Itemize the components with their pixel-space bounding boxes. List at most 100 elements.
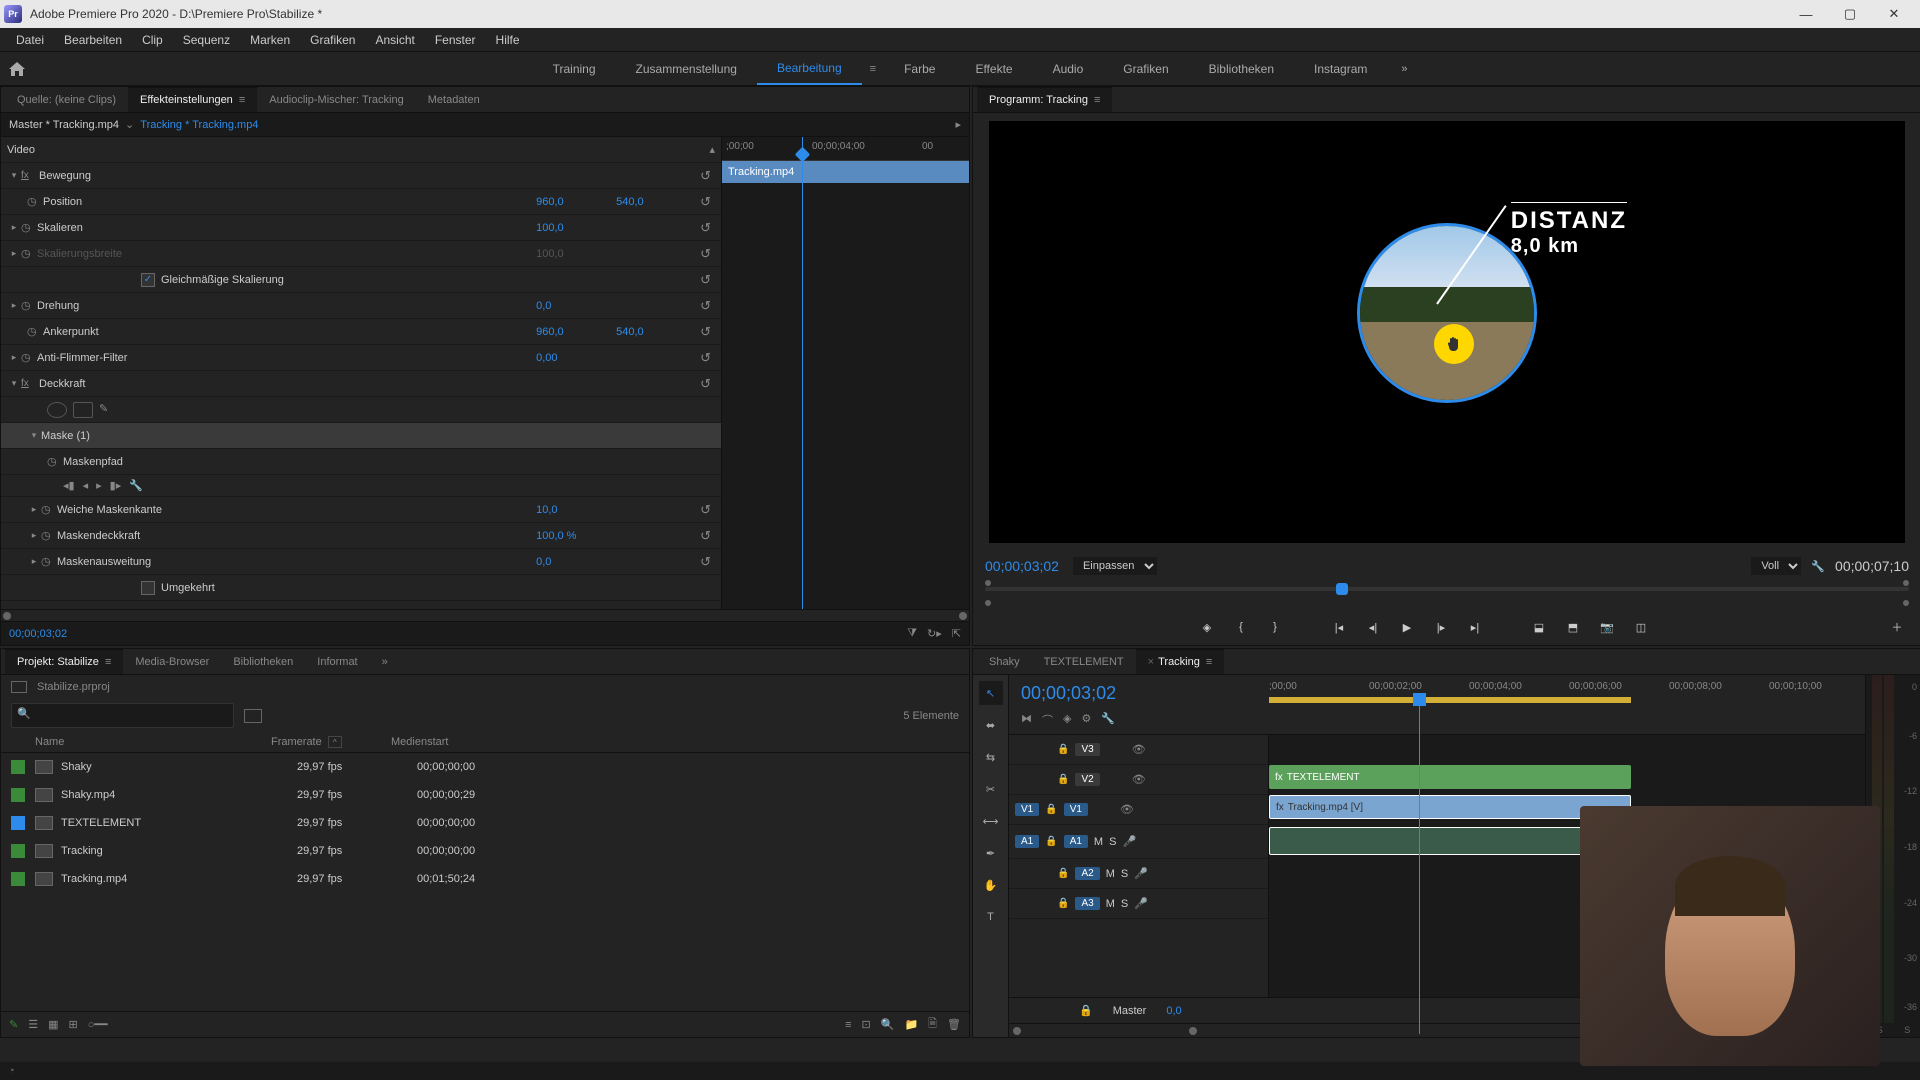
- workspace-audio[interactable]: Audio: [1033, 52, 1104, 85]
- tab-seq-textelement[interactable]: TEXTELEMENT: [1032, 649, 1136, 674]
- zoom-dot-right[interactable]: [1903, 600, 1909, 606]
- lock-icon[interactable]: 🔒: [1057, 744, 1069, 755]
- in-point-icon[interactable]: {: [1229, 615, 1253, 639]
- fx-badge-icon[interactable]: fx: [21, 378, 39, 389]
- color-label[interactable]: [11, 760, 25, 774]
- ausweitung-value[interactable]: 0,0: [536, 556, 616, 568]
- workspace-menu-icon[interactable]: ≡: [862, 63, 884, 75]
- track-header-v2[interactable]: 🔒 V2 👁: [1009, 765, 1268, 795]
- linked-selection-icon[interactable]: ⌒: [1042, 712, 1053, 728]
- workspace-instagram[interactable]: Instagram: [1294, 52, 1387, 85]
- tab-effect-controls[interactable]: Effekteinstellungen≡: [128, 87, 257, 112]
- lock-icon[interactable]: 🔒: [1045, 804, 1057, 815]
- step-forward-icon[interactable]: |▸: [1429, 615, 1453, 639]
- track-select-tool[interactable]: ⬌: [979, 713, 1003, 737]
- track-forward-icon[interactable]: ▸: [96, 479, 102, 492]
- pen-mask-tool[interactable]: ✎: [99, 402, 119, 418]
- col-name[interactable]: Name: [11, 736, 271, 748]
- mute-icon[interactable]: M: [1106, 868, 1115, 880]
- anker-y[interactable]: 540,0: [616, 326, 696, 338]
- col-framerate[interactable]: Framerate^: [271, 736, 391, 748]
- deckkraft-section[interactable]: ▾ fx Deckkraft ↺: [1, 371, 721, 397]
- settings-icon[interactable]: ⚙: [1081, 712, 1091, 728]
- twisty-icon[interactable]: ▸: [7, 300, 21, 311]
- extract-icon[interactable]: ⬒: [1561, 615, 1585, 639]
- solo-right[interactable]: S: [1904, 1025, 1910, 1035]
- color-label[interactable]: [11, 844, 25, 858]
- scrub-handle-left[interactable]: [3, 612, 11, 620]
- export-frame-icon[interactable]: 📷: [1595, 615, 1619, 639]
- twisty-icon[interactable]: ▸: [27, 556, 41, 567]
- lock-icon[interactable]: 🔒: [1079, 1004, 1093, 1017]
- twisty-icon[interactable]: ▾: [7, 378, 21, 389]
- step-back-icon[interactable]: ◂|: [1361, 615, 1385, 639]
- menu-clip[interactable]: Clip: [132, 33, 173, 47]
- tab-program[interactable]: Programm: Tracking≡: [977, 87, 1112, 112]
- twisty-icon[interactable]: ▸: [27, 530, 41, 541]
- lock-icon[interactable]: 🔒: [1057, 774, 1069, 785]
- track-backward-icon[interactable]: ◂: [83, 479, 89, 492]
- bin-icon[interactable]: [244, 709, 262, 723]
- twisty-icon[interactable]: ▸: [27, 504, 41, 515]
- track-forward-one-icon[interactable]: ▮▸: [110, 479, 122, 492]
- color-label[interactable]: [11, 872, 25, 886]
- lock-icon[interactable]: 🔒: [1045, 836, 1057, 847]
- goto-out-icon[interactable]: ▸|: [1463, 615, 1487, 639]
- wrench-icon[interactable]: 🔧: [1101, 712, 1115, 728]
- twisty-icon[interactable]: ▾: [27, 430, 41, 441]
- position-x[interactable]: 960,0: [536, 196, 616, 208]
- rectangle-mask-tool[interactable]: [73, 402, 93, 418]
- find-icon[interactable]: 🔍: [881, 1018, 895, 1031]
- clip-tracking-video[interactable]: fxTracking.mp4 [V]: [1269, 795, 1631, 819]
- solo-icon[interactable]: S: [1121, 898, 1128, 910]
- tab-source[interactable]: Quelle: (keine Clips): [5, 87, 128, 112]
- twisty-icon[interactable]: ▸: [7, 352, 21, 363]
- panel-menu-icon[interactable]: ≡: [1094, 94, 1100, 106]
- menu-hilfe[interactable]: Hilfe: [486, 33, 530, 47]
- reset-icon[interactable]: ↺: [696, 350, 715, 366]
- stopwatch-icon[interactable]: ◷: [27, 195, 43, 208]
- menu-bearbeiten[interactable]: Bearbeiten: [54, 33, 132, 47]
- solo-icon[interactable]: S: [1109, 836, 1116, 848]
- mini-tl-playhead[interactable]: [802, 137, 803, 609]
- close-button[interactable]: ✕: [1872, 0, 1916, 28]
- reset-icon[interactable]: ↺: [696, 554, 715, 570]
- menu-sequenz[interactable]: Sequenz: [173, 33, 240, 47]
- mute-icon[interactable]: M: [1094, 836, 1103, 848]
- umgekehrt-checkbox[interactable]: [141, 581, 155, 595]
- lift-icon[interactable]: ⬓: [1527, 615, 1551, 639]
- workspace-effekte[interactable]: Effekte: [955, 52, 1032, 85]
- weiche-value[interactable]: 10,0: [536, 504, 616, 516]
- ripple-tool[interactable]: ⇆: [979, 745, 1003, 769]
- program-scrub-slider[interactable]: [985, 581, 1909, 597]
- stopwatch-icon[interactable]: ◷: [27, 325, 43, 338]
- program-timecode-left[interactable]: 00;00;03;02: [985, 558, 1059, 574]
- timeline-timecode[interactable]: 00;00;03;02: [1021, 683, 1257, 704]
- anker-x[interactable]: 960,0: [536, 326, 616, 338]
- panel-menu-icon[interactable]: ≡: [239, 94, 245, 106]
- stopwatch-icon[interactable]: ◷: [41, 555, 57, 568]
- zoom-slider-icon[interactable]: ○━━: [88, 1018, 108, 1031]
- maximize-button[interactable]: ▢: [1828, 0, 1872, 28]
- track-header-v3[interactable]: 🔒 V3 👁: [1009, 735, 1268, 765]
- playhead-thumb[interactable]: [1336, 583, 1348, 595]
- workspace-bibliotheken[interactable]: Bibliotheken: [1189, 52, 1294, 85]
- work-area-bar[interactable]: [1269, 697, 1631, 703]
- eye-icon[interactable]: 👁: [1120, 803, 1134, 816]
- program-zoom-bar[interactable]: [985, 597, 1909, 609]
- lock-icon[interactable]: 🔒: [1057, 898, 1069, 909]
- effect-mini-timeline[interactable]: ;00;00 00;00;04;00 00 Tracking.mp4: [721, 137, 969, 609]
- reset-icon[interactable]: ↺: [696, 194, 715, 210]
- twisty-icon[interactable]: ▾: [7, 170, 21, 181]
- workspace-grafiken[interactable]: Grafiken: [1103, 52, 1188, 85]
- ellipse-mask-tool[interactable]: [47, 402, 67, 418]
- position-y[interactable]: 540,0: [616, 196, 696, 208]
- reset-icon[interactable]: ↺: [696, 376, 715, 392]
- selection-tool[interactable]: ↖: [979, 681, 1003, 705]
- lock-icon[interactable]: 🔒: [1057, 868, 1069, 879]
- color-label[interactable]: [11, 816, 25, 830]
- list-view-icon[interactable]: ☰: [28, 1018, 38, 1031]
- workspace-zusammenstellung[interactable]: Zusammenstellung: [616, 52, 757, 85]
- panel-menu-icon[interactable]: ≡: [1206, 656, 1212, 668]
- stopwatch-icon[interactable]: ◷: [21, 221, 37, 234]
